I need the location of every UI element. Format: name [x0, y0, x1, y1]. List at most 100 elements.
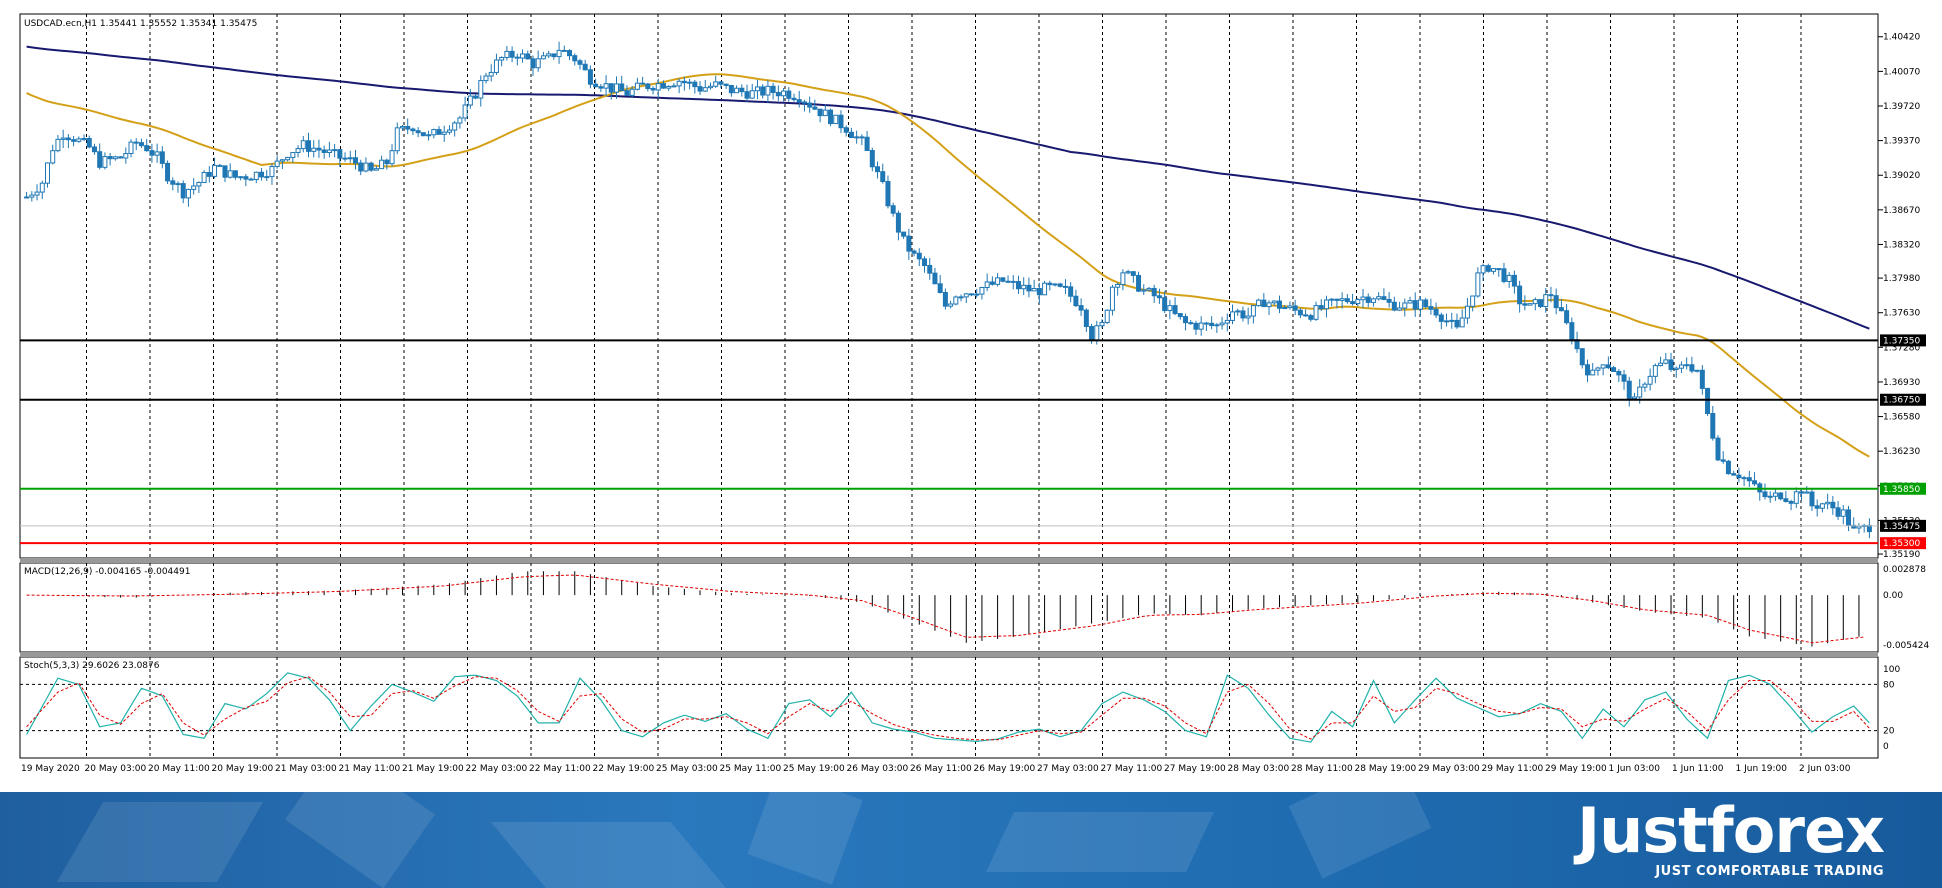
candle-body [671, 85, 677, 88]
candle-body [796, 99, 802, 103]
stoch-tick-label: 80 [1883, 680, 1895, 690]
candle-body [1026, 284, 1032, 292]
candle-body [1120, 272, 1126, 285]
candle-body [175, 183, 181, 186]
candle-body [1485, 265, 1491, 272]
candle-body [368, 162, 374, 171]
candle-body [1715, 437, 1721, 461]
candle-body [968, 293, 974, 296]
candle-body [1501, 268, 1507, 282]
candle-body [1391, 301, 1397, 311]
candle-body [702, 87, 708, 92]
candle-body [1344, 298, 1350, 303]
candle-body [1449, 319, 1455, 322]
candle-body [603, 83, 609, 89]
candle-body [1616, 371, 1622, 376]
candle-body [1397, 307, 1403, 311]
candle-body [1271, 300, 1277, 304]
candle-body [185, 188, 191, 199]
candle-body [504, 50, 510, 58]
candle-body [1746, 477, 1752, 482]
candle-body [1731, 473, 1737, 476]
price-tick-label: 1.40070 [1883, 67, 1920, 77]
candle-body [217, 164, 223, 167]
candle-body [869, 150, 875, 168]
candle-body [1470, 295, 1476, 307]
candle-body [1256, 299, 1262, 307]
candle-body [854, 136, 860, 139]
candle-body [660, 83, 666, 89]
candle-body [1276, 300, 1282, 309]
candle-body [316, 147, 322, 151]
candle-body [1015, 281, 1021, 290]
banner-shape [56, 802, 264, 882]
candle-body [1517, 285, 1523, 305]
candle-body [624, 90, 630, 96]
candle-body [1125, 271, 1131, 274]
candle-body [958, 296, 964, 299]
candle-body [206, 171, 212, 177]
candle-body [1590, 369, 1596, 376]
candle-body [723, 83, 729, 86]
candle-body [1778, 492, 1784, 500]
trading-chart[interactable]: 19 May 2020 20 May 03:00 20 May 11:00 20 Ma… [0, 0, 1942, 792]
candle-body [801, 101, 807, 104]
candle-body [431, 129, 437, 136]
candle-body [1694, 369, 1700, 372]
candle-body [222, 165, 228, 178]
price-tick-label: 1.35190 [1883, 550, 1920, 560]
candle-body [728, 84, 734, 94]
candle-body [1193, 322, 1199, 330]
candle-body [1767, 495, 1773, 498]
candle-body [1162, 297, 1168, 312]
candle-body [1579, 348, 1585, 366]
candle-body [598, 86, 604, 89]
candle-body [786, 90, 792, 99]
candle-body [979, 287, 985, 295]
candle-body [39, 182, 45, 193]
price-tick-label: 1.38320 [1883, 240, 1920, 250]
candle-body [1741, 477, 1747, 480]
candle-body [1235, 310, 1241, 313]
time-tick-label: 22 May 11:00 [529, 764, 591, 774]
banner-shape [1288, 792, 1432, 879]
candle-body [859, 136, 865, 139]
candle-body [942, 291, 948, 307]
candle-body [238, 176, 244, 179]
candle-body [614, 83, 620, 93]
candle-body [493, 59, 499, 73]
time-tick-label: 28 May 11:00 [1291, 764, 1353, 774]
candle-body [1720, 459, 1726, 462]
candle-body [347, 157, 353, 160]
candle-body [1287, 305, 1293, 309]
candle-body [1146, 287, 1152, 291]
logo-wordmark: Justforex [1577, 794, 1885, 867]
candle-body [426, 134, 432, 137]
candle-body [567, 50, 573, 57]
candle-body [488, 71, 494, 77]
candle-body [995, 277, 1001, 285]
candle-body [1584, 364, 1590, 376]
banner-shape [747, 792, 863, 885]
candle-body [1793, 491, 1799, 504]
candle-body [692, 81, 698, 88]
candle-body [1799, 491, 1805, 494]
candle-body [1631, 396, 1637, 400]
candle-body [1491, 268, 1497, 272]
candle-body [833, 114, 839, 125]
candle-body [1156, 295, 1162, 299]
candle-body [1527, 303, 1533, 306]
candle-body [499, 56, 505, 61]
candle-body [311, 147, 317, 152]
candle-body [337, 149, 343, 159]
candle-body [1830, 501, 1836, 509]
symbol-header: USDCAD.ecn,H1 1.35441 1.35552 1.35341 1.… [24, 19, 257, 29]
candle-body [1454, 319, 1460, 328]
candle-body [608, 83, 614, 93]
candle-body [1558, 307, 1564, 312]
price-tick-label: 1.39720 [1883, 102, 1920, 112]
candle-body [1021, 284, 1027, 290]
candle-body [1005, 280, 1011, 283]
candle-body [1564, 310, 1570, 324]
time-tick-label: 29 May 19:00 [1545, 764, 1607, 774]
